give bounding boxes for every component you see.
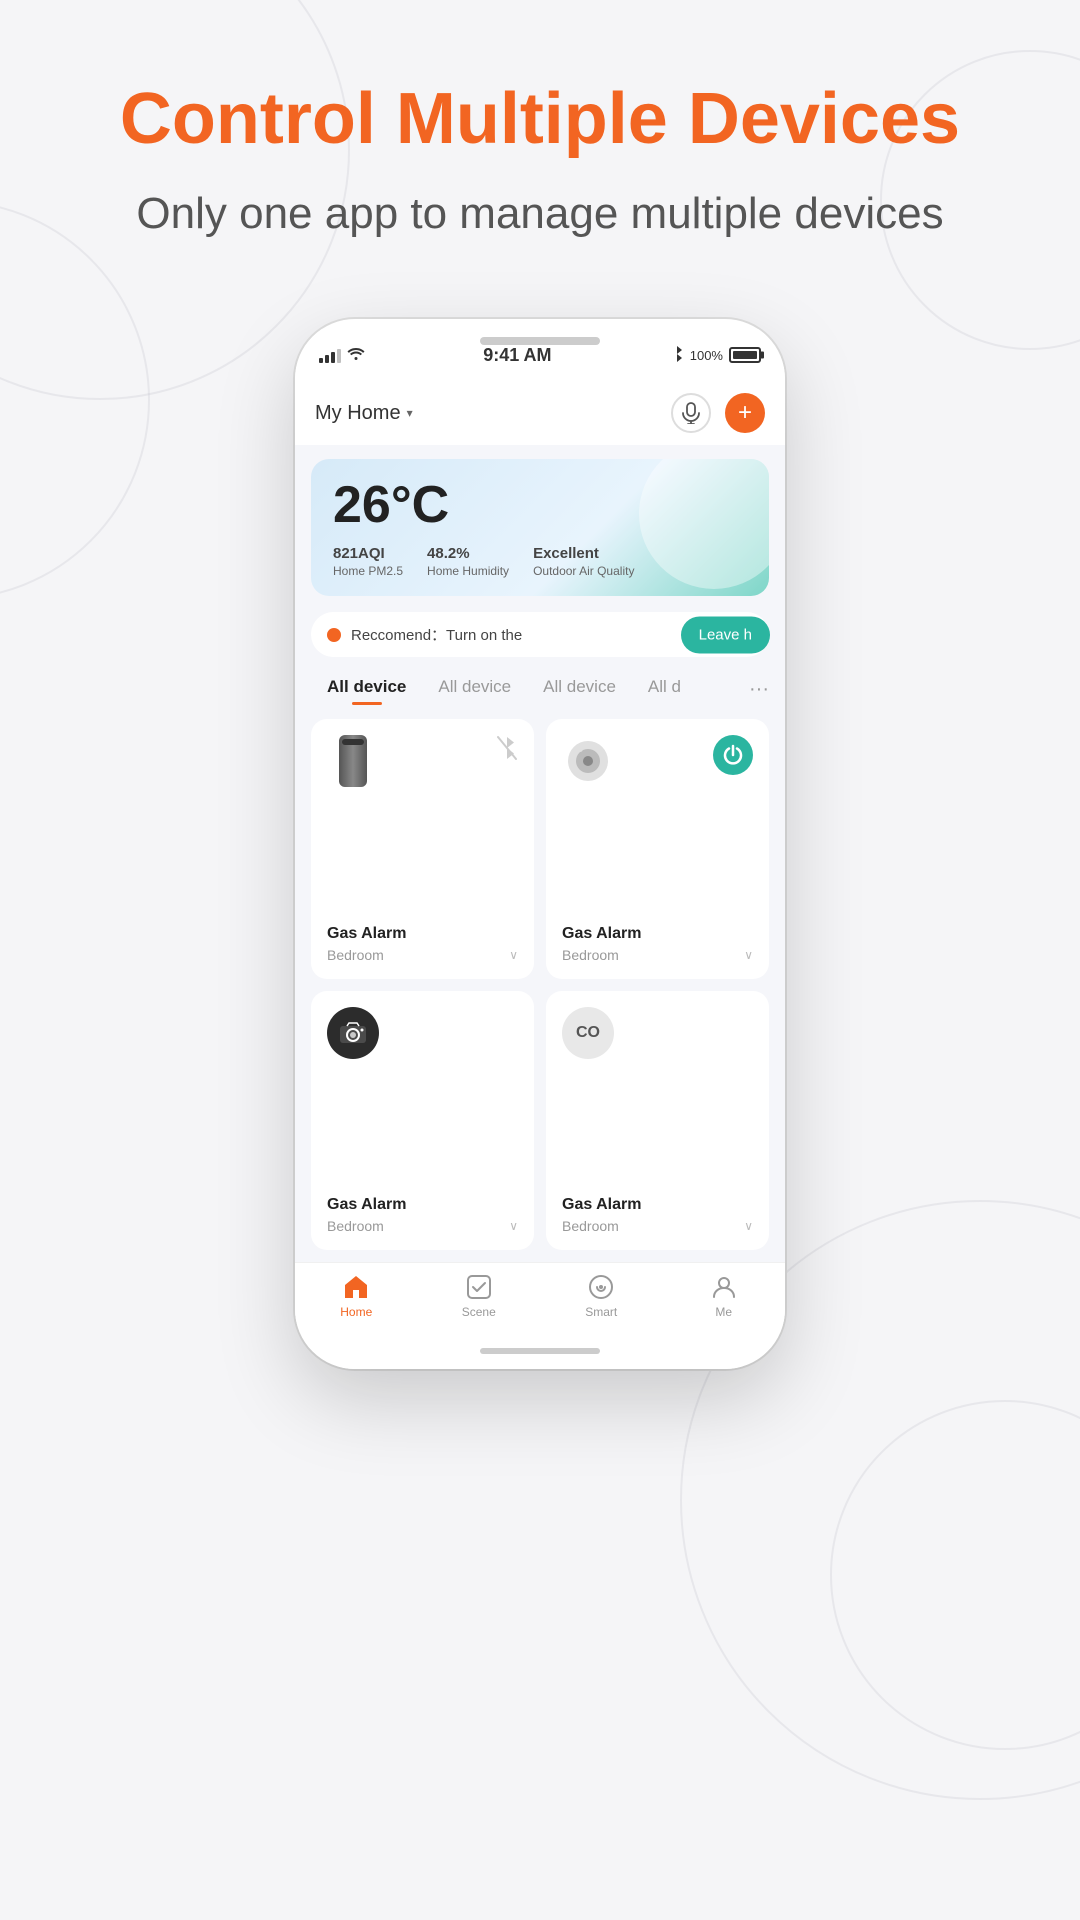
me-nav-icon	[710, 1273, 738, 1301]
device-1-room-name: Bedroom	[327, 947, 384, 963]
device-2-name: Gas Alarm	[562, 925, 753, 943]
bottom-navigation: Home Scene	[295, 1262, 785, 1333]
home-name-label: My Home	[315, 402, 401, 425]
battery-icon	[729, 347, 761, 363]
phone-bottom-area	[295, 1333, 785, 1369]
battery-percent-label: 100%	[690, 348, 723, 363]
device-grid: Gas Alarm Bedroom ∨	[295, 711, 785, 1262]
device-card-2-footer: Gas Alarm Bedroom ∨	[562, 925, 753, 963]
scene-nav-icon	[465, 1273, 493, 1301]
device-1-name: Gas Alarm	[327, 925, 518, 943]
add-icon: +	[738, 399, 752, 427]
nav-smart-label: Smart	[585, 1305, 617, 1319]
status-right: 100%	[670, 345, 761, 366]
device-1-room: Bedroom ∨	[327, 947, 518, 963]
nav-scene-label: Scene	[462, 1305, 496, 1319]
recommendation-dot-icon	[327, 628, 341, 642]
dropdown-arrow-icon: ▾	[407, 406, 413, 420]
page-content: Control Multiple Devices Only one app to…	[0, 0, 1080, 1369]
device-card-1[interactable]: Gas Alarm Bedroom ∨	[311, 719, 534, 979]
tab-all-device-1[interactable]: All device	[311, 673, 422, 705]
humidity-stat: 48.2% Home Humidity	[427, 545, 509, 578]
device-4-room-name: Bedroom	[562, 1218, 619, 1234]
tab-more-button[interactable]: ···	[749, 678, 769, 701]
device-card-2-header	[562, 735, 753, 787]
leave-home-button[interactable]: Leave h	[681, 616, 770, 653]
app-content: My Home ▾ +	[295, 381, 785, 1333]
page-subheadline: Only one app to manage multiple devices	[76, 189, 1003, 239]
nav-home[interactable]: Home	[295, 1273, 418, 1319]
device-card-1-header	[327, 735, 518, 787]
device-tabs: All device All device All device All d ·…	[295, 663, 785, 711]
weather-stats: 821AQI Home PM2.5 48.2% Home Humidity Ex…	[333, 545, 747, 578]
tab-all-device-2[interactable]: All device	[422, 673, 527, 705]
device-3-room-name: Bedroom	[327, 1218, 384, 1234]
page-headline: Control Multiple Devices	[60, 80, 1020, 159]
pm25-label: Home PM2.5	[333, 564, 403, 578]
status-left	[319, 346, 365, 365]
device-card-4-header: CO	[562, 1007, 753, 1059]
device-card-3[interactable]: Gas Alarm Bedroom ∨	[311, 991, 534, 1251]
device-2-room-name: Bedroom	[562, 947, 619, 963]
device-3-name: Gas Alarm	[327, 1196, 518, 1214]
air-quality-value: Excellent	[533, 545, 634, 562]
room-arrow-icon: ∨	[509, 948, 518, 962]
header-actions: +	[671, 393, 765, 433]
device-card-4[interactable]: CO Gas Alarm Bedroom ∨	[546, 991, 769, 1251]
gas-alarm-cylinder-icon	[327, 735, 379, 787]
device-card-1-footer: Gas Alarm Bedroom ∨	[327, 925, 518, 963]
recommendation-banner: Reccomend：Turn on the ✕ Leave h	[311, 612, 769, 657]
room-arrow-4-icon: ∨	[744, 1219, 753, 1233]
device-card-3-footer: Gas Alarm Bedroom ∨	[327, 1196, 518, 1234]
nav-smart[interactable]: Smart	[540, 1273, 663, 1319]
humidity-label: Home Humidity	[427, 564, 509, 578]
home-selector[interactable]: My Home ▾	[315, 402, 413, 425]
nav-me-label: Me	[715, 1305, 732, 1319]
nav-me[interactable]: Me	[663, 1273, 786, 1319]
app-header: My Home ▾ +	[295, 381, 785, 445]
humidity-value: 48.2%	[427, 545, 509, 562]
bluetooth-status-icon	[670, 345, 684, 366]
device-2-room: Bedroom ∨	[562, 947, 753, 963]
air-quality-label: Outdoor Air Quality	[533, 564, 634, 578]
microphone-button[interactable]	[671, 393, 711, 433]
phone-frame: 9:41 AM 100%	[295, 319, 785, 1369]
phone-notch	[480, 337, 600, 345]
temperature-display: 26°C	[333, 479, 747, 531]
co-sensor-icon: CO	[562, 1007, 614, 1059]
device-4-name: Gas Alarm	[562, 1196, 753, 1214]
weather-card: 26°C 821AQI Home PM2.5 48.2% Home Humidi…	[311, 459, 769, 596]
tab-all-device-3[interactable]: All device	[527, 673, 632, 705]
speaker-device-icon	[562, 735, 614, 787]
tab-all-device-4[interactable]: All d	[632, 673, 697, 705]
nav-scene[interactable]: Scene	[418, 1273, 541, 1319]
room-arrow-3-icon: ∨	[509, 1219, 518, 1233]
room-arrow-2-icon: ∨	[744, 948, 753, 962]
device-4-room: Bedroom ∨	[562, 1218, 753, 1234]
power-on-button[interactable]	[713, 735, 753, 775]
device-card-4-footer: Gas Alarm Bedroom ∨	[562, 1196, 753, 1234]
device-3-room: Bedroom ∨	[327, 1218, 518, 1234]
add-device-button[interactable]: +	[725, 393, 765, 433]
phone-mockup: 9:41 AM 100%	[295, 319, 785, 1369]
device-card-2[interactable]: Gas Alarm Bedroom ∨	[546, 719, 769, 979]
wifi-icon	[347, 346, 365, 365]
status-time: 9:41 AM	[483, 345, 551, 366]
device-card-3-header	[327, 1007, 518, 1059]
bluetooth-off-icon	[496, 735, 518, 766]
air-quality-stat: Excellent Outdoor Air Quality	[533, 545, 634, 578]
home-indicator	[480, 1348, 600, 1354]
camera-device-icon	[327, 1007, 379, 1059]
home-nav-icon	[342, 1273, 370, 1301]
smart-nav-icon	[587, 1273, 615, 1301]
signal-bars-icon	[319, 347, 341, 363]
pm25-value: 821AQI	[333, 545, 403, 562]
recommendation-text: Reccomend：Turn on the	[351, 624, 730, 645]
pm25-stat: 821AQI Home PM2.5	[333, 545, 403, 578]
nav-home-label: Home	[340, 1305, 372, 1319]
